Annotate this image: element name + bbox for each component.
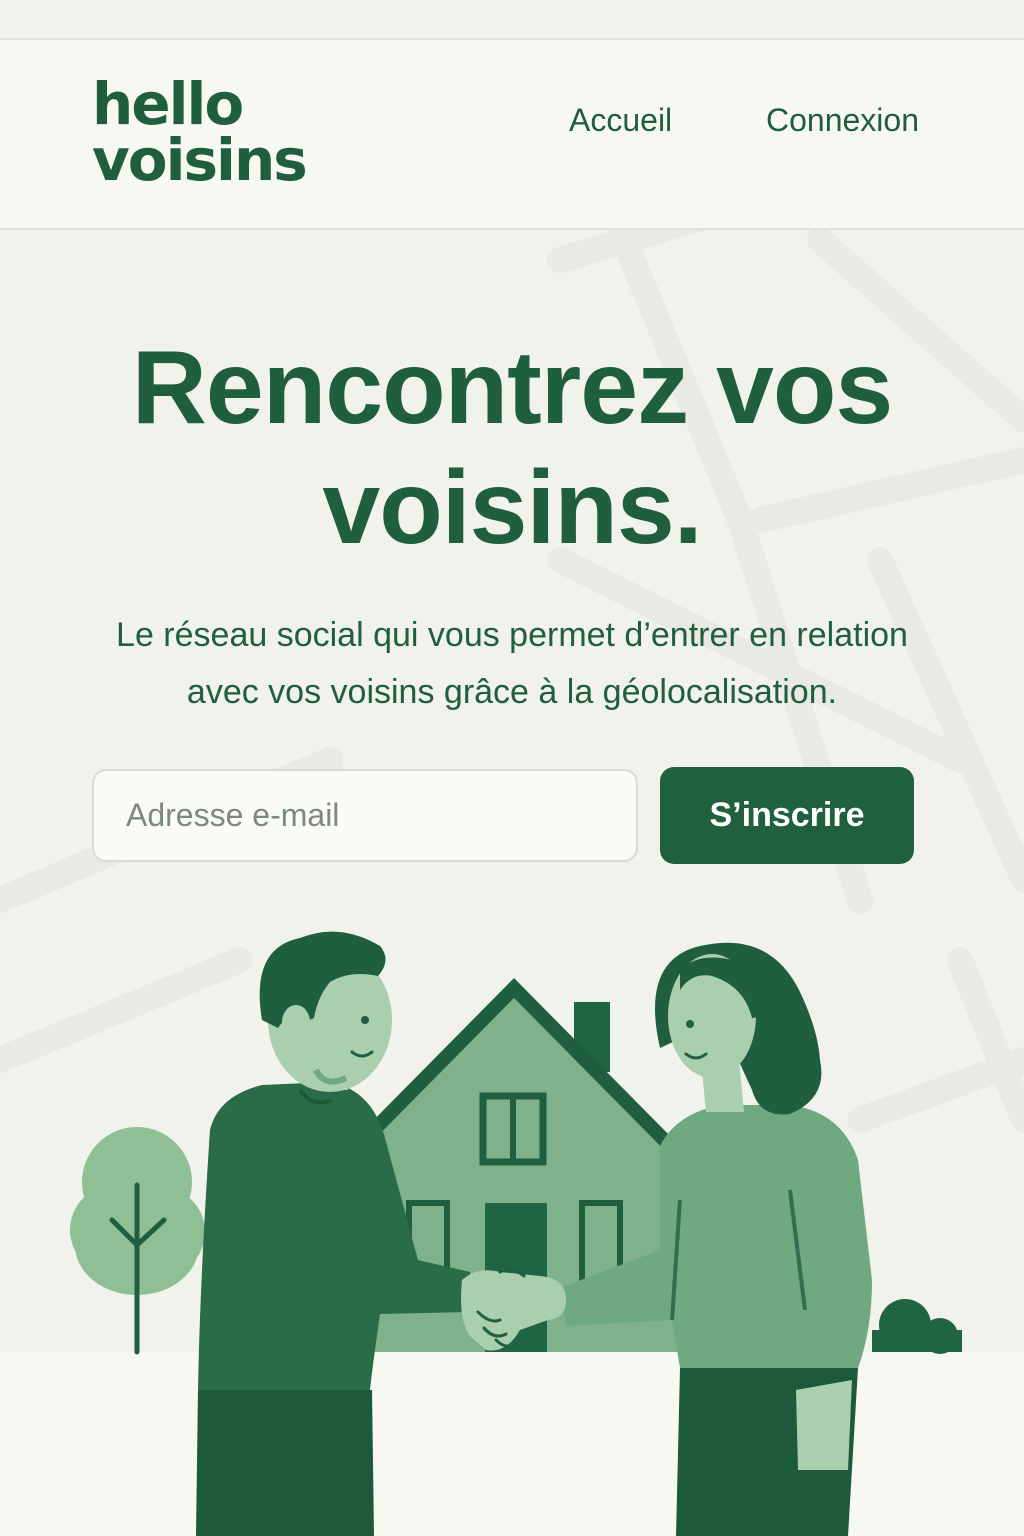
hero-title-line2: voisins. bbox=[322, 450, 702, 566]
landing-page: hello voisins Accueil Connexion Rencontr… bbox=[0, 0, 1024, 1536]
nav-link-home[interactable]: Accueil bbox=[569, 102, 672, 139]
brand-logo[interactable]: hello voisins bbox=[92, 70, 308, 194]
hero-title-line1: Rencontrez vos bbox=[131, 330, 893, 446]
browser-top-strip bbox=[0, 0, 1024, 40]
signup-button[interactable]: S’inscrire bbox=[660, 767, 914, 864]
site-header: hello voisins Accueil Connexion bbox=[0, 40, 1024, 230]
nav-link-login[interactable]: Connexion bbox=[766, 102, 919, 139]
logo-line1: hello bbox=[92, 70, 244, 138]
neighbors-illustration bbox=[70, 931, 962, 1536]
bush-icon bbox=[872, 1299, 962, 1354]
logo-line2: voisins bbox=[92, 126, 308, 194]
hero-subtitle-line1: Le réseau social qui vous permet d’entre… bbox=[116, 616, 908, 654]
hero-subtitle-line2: avec vos voisins grâce à la géolocalisat… bbox=[186, 673, 838, 711]
hero-subtitle: Le réseau social qui vous permet d’entre… bbox=[40, 607, 984, 721]
email-input[interactable] bbox=[92, 769, 638, 862]
hero-title: Rencontrez vos voisins. bbox=[40, 328, 984, 568]
tree-icon bbox=[70, 1127, 205, 1355]
